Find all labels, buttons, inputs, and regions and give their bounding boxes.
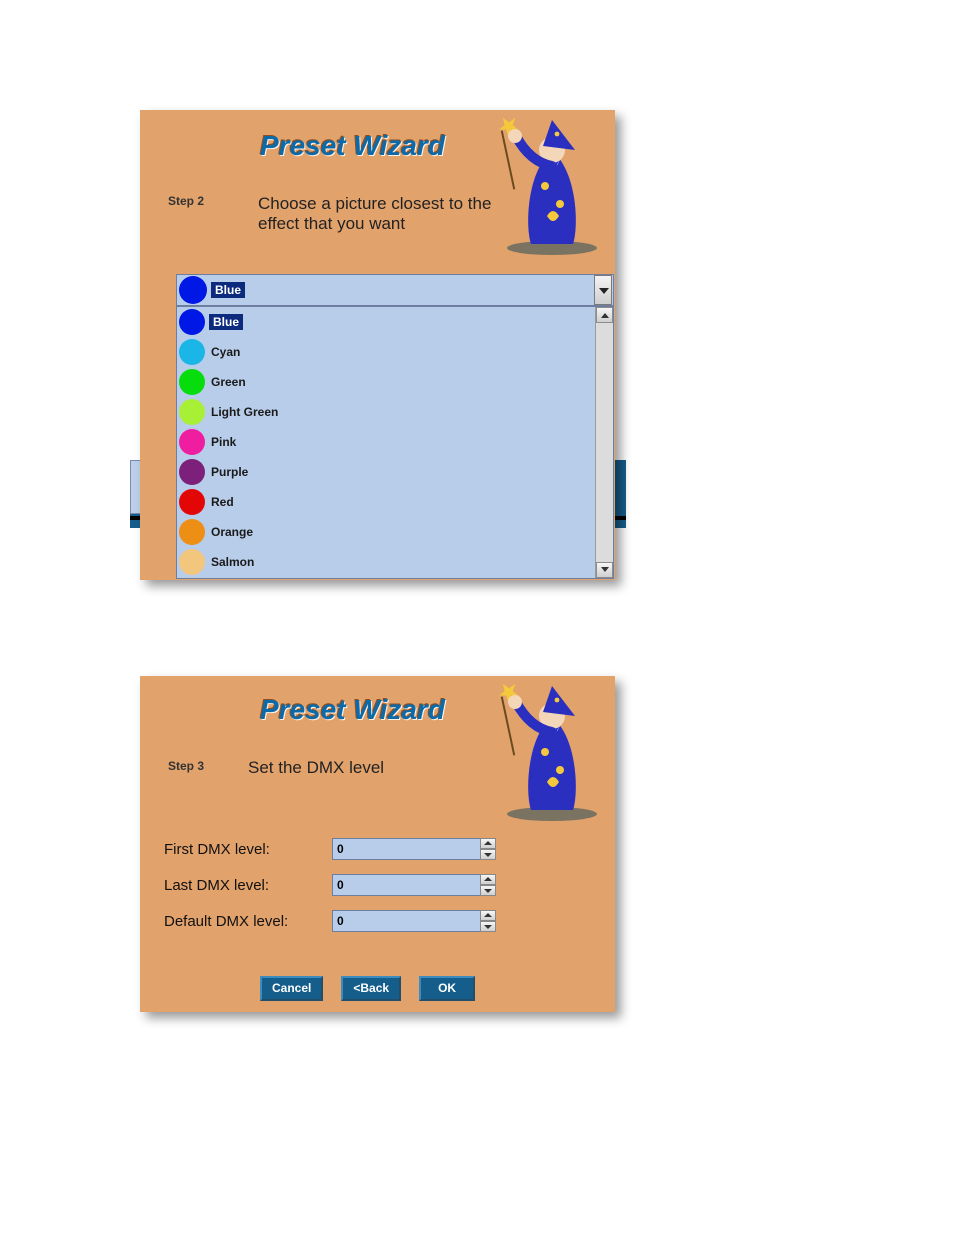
wizard-icon [497, 116, 607, 256]
first-dmx-level-input[interactable]: 0 [332, 838, 496, 860]
dropdown-option-salmon[interactable]: Salmon [177, 547, 595, 577]
dropdown-option-red[interactable]: Red [177, 487, 595, 517]
option-label: Salmon [211, 556, 254, 568]
option-label: Light Green [211, 406, 278, 418]
dropdown-option-pink[interactable]: Pink [177, 427, 595, 457]
preset-wizard-step3-dialog: Preset Wizard Step 3 Set the DMX level F… [140, 676, 615, 1012]
step-label: Step 3 [168, 760, 204, 772]
spin-up-button[interactable] [480, 874, 496, 885]
dialog-title: Preset Wizard [260, 696, 445, 724]
selected-swatch-icon [179, 276, 207, 304]
scroll-down-button[interactable] [596, 562, 613, 578]
first-dmx-level-value: 0 [337, 842, 344, 856]
option-label: Pink [211, 436, 236, 448]
back-button[interactable]: <Back [341, 976, 401, 1001]
default-dmx-level-label: Default DMX level: [164, 914, 332, 929]
color-swatch-icon [179, 489, 205, 515]
dropdown-scrollbar[interactable] [595, 307, 613, 578]
spin-down-button[interactable] [480, 921, 496, 932]
ok-button[interactable]: OK [419, 976, 475, 1001]
color-swatch-icon [179, 309, 205, 335]
option-label: Green [211, 376, 246, 388]
spin-up-button[interactable] [480, 910, 496, 921]
last-dmx-level-row: Last DMX level: 0 [164, 874, 496, 896]
color-swatch-icon [179, 519, 205, 545]
dropdown-toggle-button[interactable] [594, 275, 612, 305]
color-swatch-icon [179, 459, 205, 485]
default-dmx-level-input[interactable]: 0 [332, 910, 496, 932]
step-instruction: Set the DMX level [248, 758, 384, 778]
last-dmx-level-value: 0 [337, 878, 344, 892]
color-swatch-icon [179, 399, 205, 425]
preset-wizard-step2-dialog: Preset Wizard Step 2 Choose a picture cl… [140, 110, 615, 580]
option-label: Blue [209, 314, 243, 330]
color-swatch-icon [179, 429, 205, 455]
step-label: Step 2 [168, 195, 204, 207]
last-dmx-level-input[interactable]: 0 [332, 874, 496, 896]
dropdown-option-green[interactable]: Green [177, 367, 595, 397]
option-label: Purple [211, 466, 248, 478]
dialog-title: Preset Wizard [260, 132, 445, 160]
selected-label: Blue [211, 282, 245, 298]
color-swatch-icon [179, 369, 205, 395]
dropdown-option-blue[interactable]: Blue [177, 307, 595, 337]
spin-down-button[interactable] [480, 885, 496, 896]
step-instruction: Choose a picture closest to the effect t… [258, 194, 498, 233]
spin-up-button[interactable] [480, 838, 496, 849]
wizard-icon [497, 682, 607, 822]
first-dmx-level-row: First DMX level: 0 [164, 838, 496, 860]
option-label: Cyan [211, 346, 240, 358]
spin-down-button[interactable] [480, 849, 496, 860]
default-dmx-level-row: Default DMX level: 0 [164, 910, 496, 932]
option-label: Red [211, 496, 234, 508]
dropdown-option-purple[interactable]: Purple [177, 457, 595, 487]
default-dmx-level-value: 0 [337, 914, 344, 928]
color-swatch-icon [179, 339, 205, 365]
option-label: Orange [211, 526, 253, 538]
dropdown-option-light-green[interactable]: Light Green [177, 397, 595, 427]
cancel-button[interactable]: Cancel [260, 976, 323, 1001]
dropdown-option-orange[interactable]: Orange [177, 517, 595, 547]
effect-picture-combo[interactable]: Blue [176, 274, 614, 306]
first-dmx-level-label: First DMX level: [164, 842, 332, 857]
scroll-up-button[interactable] [596, 307, 613, 323]
effect-picture-dropdown: Blue Cyan Green Light Green Pink Purple Red Ora… [176, 306, 614, 579]
last-dmx-level-label: Last DMX level: [164, 878, 332, 893]
dialog-button-row: Cancel <Back OK [260, 976, 475, 1001]
dropdown-option-cyan[interactable]: Cyan [177, 337, 595, 367]
color-swatch-icon [179, 549, 205, 575]
